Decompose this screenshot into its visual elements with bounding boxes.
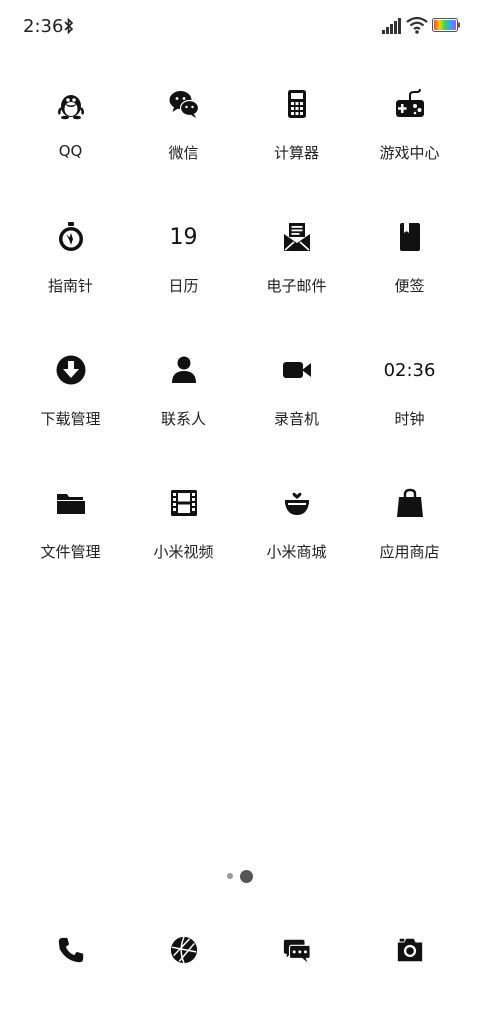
app-label: 小米商城: [266, 543, 327, 561]
app-download-manager[interactable]: 下载管理: [14, 336, 127, 469]
qq-penguin-icon: [53, 86, 89, 122]
app-row: 下载管理 联系人 录音机 02:36 时钟: [14, 336, 466, 469]
app-label: 时钟: [394, 410, 425, 428]
app-calendar[interactable]: 19 日历: [127, 203, 240, 336]
folder-icon: [53, 485, 89, 521]
app-recorder[interactable]: 录音机: [240, 336, 353, 469]
compass-icon: [53, 219, 89, 255]
signal-icon: [382, 18, 401, 34]
app-label: 电子邮件: [266, 277, 327, 295]
email-icon: [279, 219, 315, 255]
app-contacts[interactable]: 联系人: [127, 336, 240, 469]
app-label: QQ: [58, 142, 83, 160]
app-label: 录音机: [273, 410, 319, 428]
app-notes[interactable]: 便签: [353, 203, 466, 336]
app-row: 文件管理 小米视频 小米商城 应用商店: [14, 469, 466, 602]
calendar-icon: 19: [166, 219, 202, 255]
wifi-icon: [406, 16, 428, 34]
page-dot[interactable]: [227, 873, 233, 879]
clock-icon: 02:36: [384, 352, 436, 388]
battery-icon: [432, 18, 460, 32]
app-label: 文件管理: [40, 543, 101, 561]
page-dot-active[interactable]: [240, 869, 253, 883]
app-row: 指南针 19 日历 电子邮件 便签: [14, 203, 466, 336]
app-label: 日历: [168, 277, 199, 295]
clock-time: 02:36: [383, 359, 436, 381]
contacts-icon: [166, 352, 202, 388]
app-compass[interactable]: 指南针: [14, 203, 127, 336]
status-bar: 2:36: [0, 0, 480, 52]
app-mi-video[interactable]: 小米视频: [127, 469, 240, 602]
app-label: 应用商店: [379, 543, 440, 561]
dock-phone[interactable]: [14, 928, 127, 972]
app-app-store[interactable]: 应用商店: [353, 469, 466, 602]
app-label: 计算器: [273, 144, 319, 162]
app-wechat[interactable]: 微信: [127, 70, 240, 203]
app-label: 便签: [394, 277, 425, 295]
app-game-center[interactable]: 游戏中心: [353, 70, 466, 203]
browser-icon: [170, 936, 197, 964]
shopping-bag-icon: [392, 485, 428, 521]
status-time: 2:36: [23, 16, 64, 37]
app-mi-store[interactable]: 小米商城: [240, 469, 353, 602]
app-label: 联系人: [160, 410, 206, 428]
gamepad-icon: [392, 86, 428, 122]
app-file-manager[interactable]: 文件管理: [14, 469, 127, 602]
calendar-day: 19: [169, 224, 198, 250]
recorder-icon: [279, 352, 315, 388]
messages-icon: [283, 939, 311, 963]
dock-camera[interactable]: [353, 928, 466, 972]
calculator-icon: [279, 86, 315, 122]
app-calculator[interactable]: 计算器: [240, 70, 353, 203]
app-label: 下载管理: [40, 410, 101, 428]
app-clock[interactable]: 02:36 时钟: [353, 336, 466, 469]
wechat-icon: [166, 86, 202, 122]
app-grid: QQ 微信 计算器 游戏中心 指南针 19 日历 电子邮件 便签 下载管理 联系…: [14, 70, 466, 602]
phone-icon: [58, 937, 83, 963]
app-label: 指南针: [47, 277, 93, 295]
page-indicator: [0, 869, 480, 883]
app-label: 小米视频: [153, 543, 214, 561]
download-icon: [53, 352, 89, 388]
bluetooth-icon: [64, 17, 74, 35]
app-qq[interactable]: QQ: [14, 70, 127, 203]
notes-icon: [392, 219, 428, 255]
camera-icon: [397, 938, 422, 962]
dock: [14, 928, 466, 972]
app-label: 微信: [168, 144, 199, 162]
app-row: QQ 微信 计算器 游戏中心: [14, 70, 466, 203]
app-label: 游戏中心: [379, 144, 440, 162]
basket-icon: [279, 485, 315, 521]
film-icon: [166, 485, 202, 521]
dock-messages[interactable]: [240, 928, 353, 972]
dock-browser[interactable]: [127, 928, 240, 972]
app-email[interactable]: 电子邮件: [240, 203, 353, 336]
